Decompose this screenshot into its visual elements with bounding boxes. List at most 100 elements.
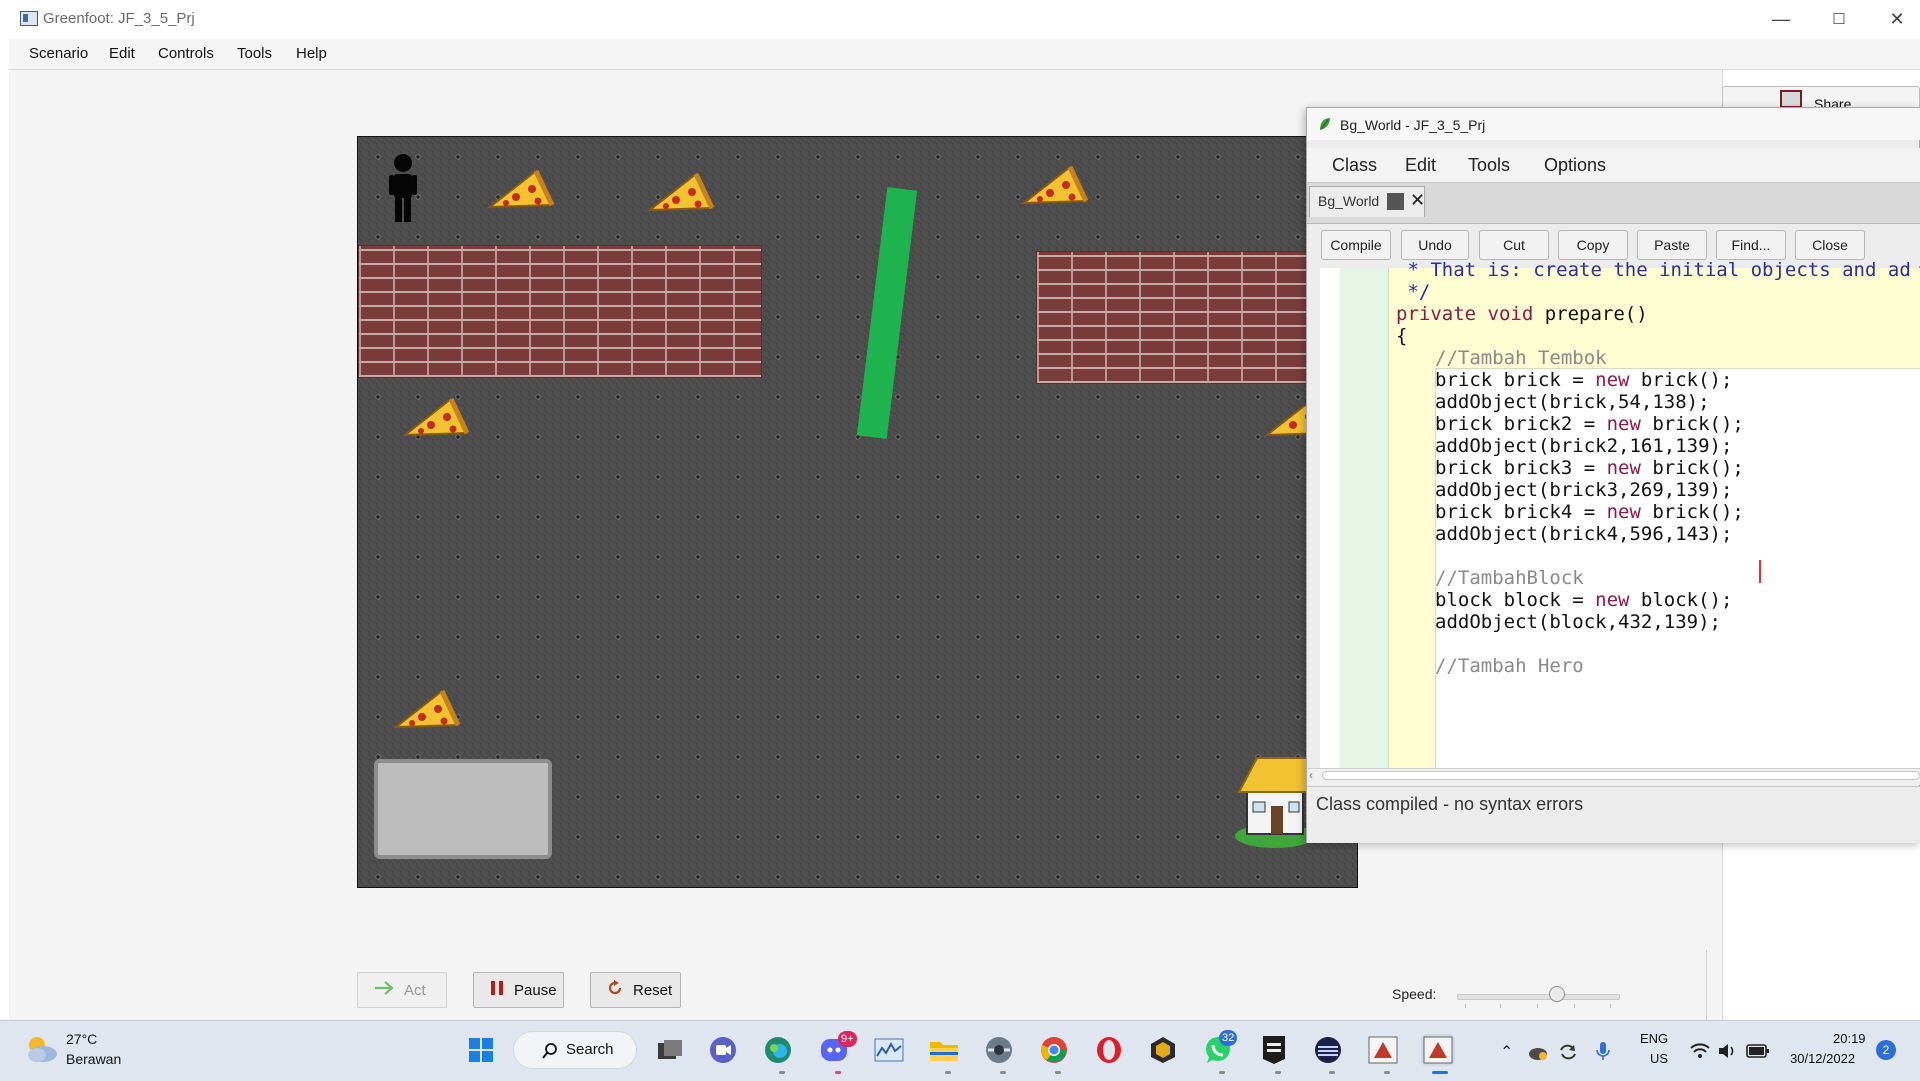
sync-icon[interactable] <box>1558 1042 1578 1062</box>
weather-temperature[interactable]: 27°C <box>66 1031 97 1047</box>
code-line[interactable]: addObject(block,432,139); <box>1435 609 1721 636</box>
start-button[interactable] <box>464 1034 498 1066</box>
battery-icon[interactable] <box>1746 1043 1770 1059</box>
code-token: brick brick4 = <box>1435 501 1607 523</box>
copy-button[interactable]: Copy <box>1558 230 1628 260</box>
code-token: brick brick = <box>1435 369 1596 391</box>
editor-menu-tools[interactable]: Tools <box>1468 155 1510 176</box>
tab-color-swatch <box>1387 193 1404 210</box>
pizza-icon[interactable] <box>486 167 556 213</box>
notification-badge[interactable]: 2 <box>1876 1040 1896 1060</box>
whatsapp-badge: 32 <box>1219 1030 1238 1046</box>
main-title-bar[interactable] <box>0 0 1920 39</box>
greenfoot-editor-window-icon[interactable] <box>1421 1034 1455 1066</box>
scrollbar-thumb[interactable] <box>1322 771 1920 780</box>
editor-menu-edit[interactable]: Edit <box>1405 155 1436 176</box>
editor-menu-class[interactable]: Class <box>1332 155 1377 176</box>
world-canvas[interactable] <box>357 136 1358 888</box>
code-token: brick(); <box>1629 369 1733 391</box>
clock-time[interactable]: 20:19 <box>1833 1031 1866 1046</box>
menu-help[interactable]: Help <box>296 45 327 62</box>
running-indicator <box>835 1071 841 1074</box>
code-token: addObject(brick2,161,139); <box>1435 435 1733 457</box>
code-token: //Tambah Hero <box>1435 655 1584 677</box>
greenfoot-window-icon[interactable] <box>1366 1034 1400 1066</box>
epic-games-icon[interactable] <box>1257 1034 1291 1066</box>
paste-button[interactable]: Paste <box>1637 230 1707 260</box>
weather-cloud-icon[interactable] <box>24 1034 58 1064</box>
code-text[interactable]: * That is: create the initial objects an… <box>1388 257 1920 768</box>
editor-menu-bar <box>1307 148 1920 183</box>
close-button[interactable]: ✕ <box>1874 4 1920 34</box>
code-line[interactable]: { <box>1396 323 1407 350</box>
microphone-icon[interactable] <box>1596 1041 1610 1061</box>
slider-tick <box>1537 1004 1538 1008</box>
tab-close-icon[interactable]: ✕ <box>1410 190 1425 211</box>
code-line[interactable]: //Tambah Hero <box>1435 653 1584 680</box>
pause-button[interactable]: Pause <box>473 972 564 1008</box>
pizza-icon[interactable] <box>1020 163 1090 209</box>
block-actor[interactable] <box>856 187 918 439</box>
act-label: Act <box>404 981 426 999</box>
show-hidden-icons-chevron-icon[interactable]: ⌃ <box>1500 1042 1513 1062</box>
hero-icon[interactable] <box>386 153 420 223</box>
edge-icon[interactable] <box>761 1034 795 1066</box>
minimize-button[interactable]: — <box>1758 4 1804 34</box>
code-line[interactable]: addObject(brick4,596,143); <box>1435 521 1732 548</box>
search-label: Search <box>566 1041 614 1058</box>
resource-monitor-icon[interactable] <box>872 1034 906 1066</box>
score-panel[interactable] <box>374 759 552 859</box>
greenfoot-leaf-icon <box>1320 118 1330 130</box>
running-indicator <box>1329 1071 1335 1074</box>
menu-controls[interactable]: Controls <box>158 45 214 62</box>
speed-slider-track[interactable] <box>1457 994 1620 1000</box>
reset-button[interactable]: Reset <box>590 972 681 1008</box>
house-icon[interactable] <box>1233 754 1315 849</box>
greenfoot-app-icon <box>20 11 38 26</box>
task-view-icon[interactable] <box>653 1034 687 1066</box>
code-token: addObject(brick4,596,143); <box>1435 523 1733 545</box>
pizza-icon[interactable] <box>401 395 471 441</box>
editor-title: Bg_World - JF_3_5_Prj <box>1340 117 1486 133</box>
code-token: new <box>1606 413 1641 435</box>
editor-menu-options[interactable]: Options <box>1544 155 1606 176</box>
speed-slider-thumb[interactable] <box>1548 986 1565 1002</box>
windows-logo-icon <box>469 1038 493 1062</box>
volume-icon[interactable] <box>1718 1043 1736 1059</box>
slider-tick <box>1500 1004 1501 1008</box>
close-editor-button[interactable]: Close <box>1795 230 1865 260</box>
opera-icon[interactable] <box>1092 1034 1126 1066</box>
clock-date[interactable]: 30/12/2022 <box>1790 1051 1855 1066</box>
pause-icon <box>490 980 504 1000</box>
pizza-icon[interactable] <box>392 687 462 733</box>
meet-icon[interactable] <box>706 1034 740 1066</box>
menu-tools[interactable]: Tools <box>237 45 272 62</box>
chrome-icon[interactable] <box>1037 1034 1071 1066</box>
discord-badge: 9+ <box>838 1031 857 1047</box>
steam-icon[interactable] <box>982 1034 1016 1066</box>
weather-description[interactable]: Berawan <box>66 1051 121 1067</box>
compile-button[interactable]: Compile <box>1321 230 1391 260</box>
menu-edit[interactable]: Edit <box>109 45 135 62</box>
code-line[interactable]: private void prepare() <box>1396 301 1648 328</box>
act-button[interactable]: Act <box>357 972 447 1008</box>
wifi-icon[interactable] <box>1690 1043 1710 1059</box>
cut-button[interactable]: Cut <box>1479 230 1549 260</box>
brick-wall[interactable] <box>358 245 762 378</box>
code-line[interactable]: * That is: create the initial objects an… <box>1396 257 1910 284</box>
maximize-button[interactable]: ☐ <box>1816 4 1862 34</box>
find-button[interactable]: Find... <box>1716 230 1786 260</box>
pizza-icon[interactable] <box>646 170 716 216</box>
reset-label: Reset <box>633 981 673 999</box>
text-caret <box>1759 560 1761 583</box>
active-indicator <box>1432 1071 1448 1074</box>
scroll-left-arrow-icon[interactable]: ‹ <box>1309 768 1313 782</box>
menu-scenario[interactable]: Scenario <box>29 45 88 62</box>
unity-hub-icon[interactable] <box>1146 1034 1180 1066</box>
undo-button[interactable]: Undo <box>1401 230 1469 260</box>
onedrive-icon[interactable] <box>1528 1043 1548 1061</box>
file-explorer-icon[interactable] <box>927 1034 961 1066</box>
keyboard-layout[interactable]: US <box>1650 1051 1668 1066</box>
language-indicator[interactable]: ENG <box>1640 1031 1668 1046</box>
app-menu-icon[interactable] <box>1311 1034 1345 1066</box>
